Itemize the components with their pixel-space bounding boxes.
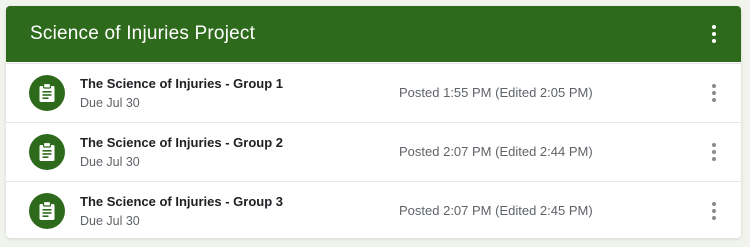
assignment-more-options-icon[interactable]: [702, 199, 726, 223]
assignment-row[interactable]: The Science of Injuries - Group 1 Due Ju…: [6, 63, 741, 122]
assignment-title[interactable]: The Science of Injuries - Group 3: [80, 194, 283, 209]
assignment-posted-time: Posted 2:07 PM (Edited 2:45 PM): [399, 203, 593, 218]
assignment-row[interactable]: The Science of Injuries - Group 3 Due Ju…: [6, 181, 741, 238]
assignment-icon: [29, 193, 65, 229]
assignment-icon: [29, 75, 65, 111]
assignment-icon: [29, 134, 65, 170]
assignment-title[interactable]: The Science of Injuries - Group 1: [80, 76, 283, 91]
topic-more-options-icon[interactable]: [702, 22, 726, 46]
topic-header: Science of Injuries Project: [6, 6, 741, 62]
assignment-posted-time: Posted 1:55 PM (Edited 2:05 PM): [399, 85, 593, 100]
assignment-posted-time: Posted 2:07 PM (Edited 2:44 PM): [399, 144, 593, 159]
assignment-title[interactable]: The Science of Injuries - Group 2: [80, 135, 283, 150]
assignment-due-date: Due Jul 30: [80, 96, 140, 110]
topic-card: Science of Injuries Project The Science …: [6, 6, 741, 238]
topic-title: Science of Injuries Project: [30, 23, 256, 44]
assignment-row[interactable]: The Science of Injuries - Group 2 Due Ju…: [6, 122, 741, 181]
assignment-more-options-icon[interactable]: [702, 140, 726, 164]
assignment-due-date: Due Jul 30: [80, 155, 140, 169]
assignment-due-date: Due Jul 30: [80, 214, 140, 228]
assignment-more-options-icon[interactable]: [702, 81, 726, 105]
